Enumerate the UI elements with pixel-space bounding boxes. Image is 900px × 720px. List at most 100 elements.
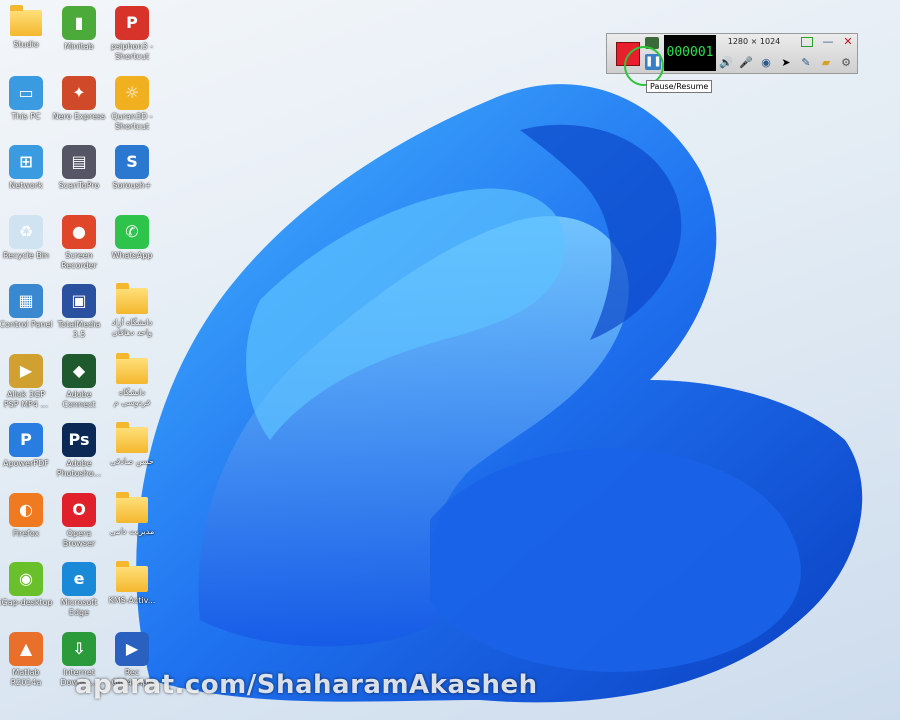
control-panel-icon: ▦ — [9, 284, 43, 318]
desktop-icon-label: WhatsApp — [111, 250, 153, 260]
desktop-icon-label: Screen Recorder — [61, 250, 97, 270]
desktop-icon[interactable]: دانشگاه فردوسی م — [105, 352, 159, 408]
desktop-icon[interactable]: ▣ TotalMedia 3.5 — [52, 284, 106, 340]
tooltip: Pause/Resume — [646, 80, 713, 93]
desktop-icon-label: ScanToPro — [58, 181, 100, 190]
desktop-icon-label: Microsoft Edge — [60, 598, 98, 617]
desktop-icon[interactable]: ◉ iGap-desktop — [0, 562, 53, 608]
pen-icon[interactable]: ✎ — [799, 56, 813, 70]
desktop-icon-label: Studio — [13, 40, 39, 49]
desktop-icon-label: Adobe Photosho... — [56, 459, 102, 478]
microphone-icon[interactable]: 🎤 — [739, 56, 753, 70]
desktop-icon[interactable]: دانشگاه آزاد واحد دهاقان — [105, 283, 159, 338]
desktop-icon-label: مدیریت دامی — [109, 526, 155, 536]
network-icon: ⊞ — [9, 145, 43, 179]
this-pc-icon: ▭ — [9, 75, 43, 110]
desktop-icon[interactable]: ▭ This PC — [0, 75, 53, 122]
minitab-icon: ▮ — [62, 6, 96, 40]
folder-icon — [116, 561, 148, 592]
minimize-icon[interactable]: — — [821, 35, 835, 49]
desktop-icon-label: Network — [9, 181, 43, 190]
recording-timer: 000001 — [664, 35, 716, 71]
photoshop-icon: Ps — [62, 423, 96, 457]
desktop-icon[interactable]: ◐ Firefox — [0, 492, 53, 539]
desktop-icon[interactable]: Ppsiphon3 - Shortcut — [105, 6, 159, 62]
desktop-icon[interactable]: ♻ Recycle Bin — [0, 214, 53, 261]
desktop-icon[interactable]: Studio — [0, 5, 53, 50]
video-file-icon: ▶ — [115, 631, 149, 666]
desktop-icon[interactable]: Ps Adobe Photosho... — [52, 423, 106, 479]
psiphon-icon: P — [115, 6, 149, 40]
desktop-icon[interactable]: S Soroush+ — [105, 145, 159, 191]
desktop-icon-label: Opera Browser — [62, 528, 96, 548]
desktop-icon-label: Recycle Bin — [2, 250, 50, 260]
desktop-icon-label: Nero Express — [52, 111, 106, 121]
watermark: aparat.com/ShaharamAkasheh — [75, 670, 538, 700]
desktop-icon-label: Adobe Connect — [62, 389, 96, 409]
desktop-icon-label: TotalMedia 3.5 — [57, 320, 101, 339]
desktop-icon[interactable]: حسن صادقی — [105, 422, 159, 467]
gear-icon[interactable]: ⚙ — [839, 56, 853, 70]
desktop-icon[interactable]: KMS-Activ... — [105, 561, 159, 606]
desktop-icon[interactable]: ⊞ Network — [0, 145, 53, 191]
folder-icon — [116, 352, 148, 384]
desktop-icon[interactable]: ✆ WhatsApp — [105, 214, 159, 261]
apowerpdf-icon: P — [9, 423, 43, 457]
soroush-icon: S — [115, 145, 149, 179]
desktop-icon-label: Minitab — [64, 42, 94, 51]
speaker-icon[interactable]: 🔊 — [719, 56, 733, 70]
folder-icon — [10, 5, 42, 36]
desktop-icon[interactable]: ☼ Quran3D - Shortcut — [105, 75, 159, 132]
desktop-icon[interactable]: ▲ Matlab R2014a — [0, 631, 53, 688]
desktop-icon[interactable]: e Microsoft Edge — [52, 562, 106, 618]
desktop-icon-label: psiphon3 - Shortcut — [110, 42, 154, 61]
desktop-icon[interactable]: P ApowerPDF — [0, 423, 53, 469]
desktop-icon-label: Soroush+ — [112, 181, 152, 190]
folder-icon — [116, 283, 148, 314]
maximize-icon[interactable] — [801, 37, 813, 47]
whatsapp-icon: ✆ — [115, 214, 149, 249]
desktop-icon[interactable]: ▶ Allok 3GP PSP MP4 ... — [0, 353, 53, 410]
matlab-icon: ▲ — [9, 631, 43, 666]
desktop-icon[interactable]: ▦ Control Panel — [0, 284, 53, 330]
webcam-icon[interactable]: ◉ — [759, 56, 773, 70]
desktop-icon[interactable]: ◆ Adobe Connect — [52, 353, 106, 410]
desktop-icon-label: Allok 3GP PSP MP4 ... — [3, 389, 49, 409]
opera-icon: O — [62, 492, 96, 527]
desktop-icon[interactable]: مدیریت دامی — [105, 491, 159, 537]
desktop-icon[interactable]: ● Screen Recorder — [52, 214, 106, 271]
desktop-icon-label: دانشگاه فردوسی م — [113, 387, 151, 407]
desktop-icon[interactable]: ▮ Minitab — [52, 6, 106, 52]
folder-icon[interactable]: ▰ — [819, 56, 833, 70]
desktop-icon-label: حسن صادقی — [110, 457, 154, 466]
recycle-bin-icon: ♻ — [9, 214, 43, 249]
desktop-icon[interactable]: O Opera Browser — [52, 492, 106, 549]
edge-icon: e — [62, 562, 96, 596]
desktop-icon-label: iGap-desktop — [0, 598, 53, 607]
cursor-icon[interactable]: ➤ — [779, 56, 793, 70]
desktop-icon[interactable]: ✦ Nero Express — [52, 75, 106, 122]
firefox-icon: ◐ — [9, 492, 43, 527]
totalmedia-icon: ▣ — [62, 284, 96, 318]
desktop-icon-label: This PC — [11, 111, 41, 121]
desktop-icon-label: Quran3D - Shortcut — [111, 111, 153, 131]
desktop-icon-label: Firefox — [12, 528, 40, 538]
nero-icon: ✦ — [62, 75, 96, 110]
desktop-icon-label: Control Panel — [0, 320, 53, 329]
close-icon[interactable]: ✕ — [841, 35, 855, 49]
allok-icon: ▶ — [9, 353, 43, 388]
desktop-icon[interactable]: ▤ ScanToPro — [52, 145, 106, 191]
quran-icon: ☼ — [115, 75, 149, 110]
igap-icon: ◉ — [9, 562, 43, 596]
desktop-icon-label: دانشگاه آزاد واحد دهاقان — [111, 318, 153, 337]
desktop-icon-label: Matlab R2014a — [10, 667, 42, 687]
screen-recorder-icon: ● — [62, 214, 96, 249]
desktop-icon-label: KMS-Activ... — [108, 596, 156, 605]
resolution-label: 1280 × 1024 — [727, 37, 781, 46]
adobe-connect-icon: ◆ — [62, 353, 96, 388]
idm-icon: ⇩ — [62, 631, 96, 666]
folder-icon — [116, 422, 148, 453]
folder-icon — [116, 491, 148, 523]
desktop-icon-label: ApowerPDF — [3, 459, 49, 468]
scanner-icon: ▤ — [62, 145, 96, 179]
